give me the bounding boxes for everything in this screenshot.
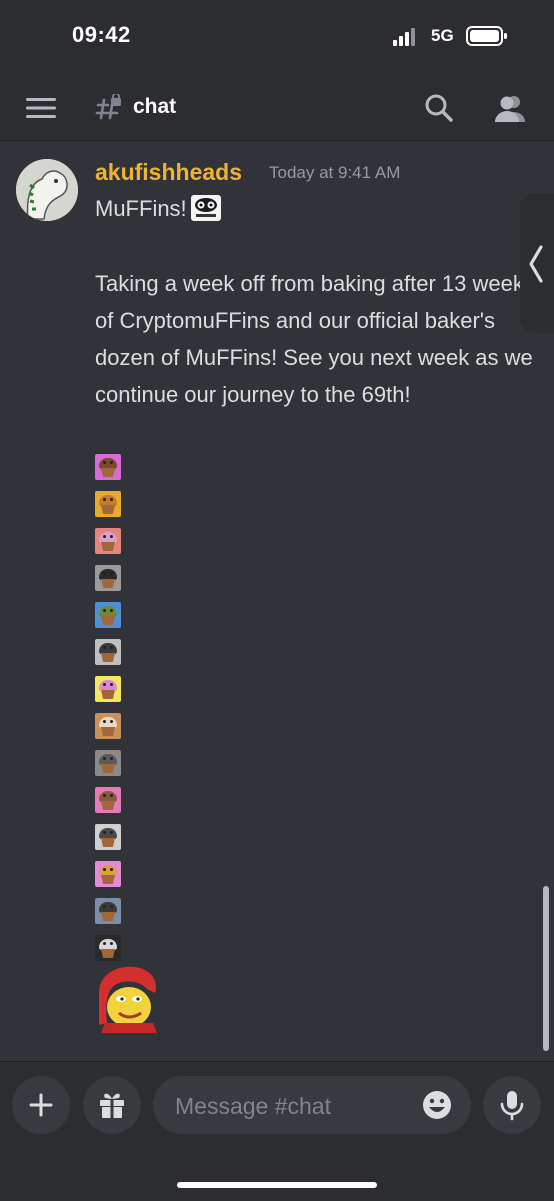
message-input[interactable]: Message #chat <box>153 1076 471 1134</box>
message-author[interactable]: akufishheads <box>95 159 242 186</box>
hash-lock-icon <box>95 94 121 120</box>
muffin-emoji-10[interactable] <box>95 787 121 813</box>
muffin-emoji-8[interactable] <box>95 713 121 739</box>
chevron-left-icon <box>529 245 543 283</box>
muffin-emoji-9[interactable] <box>95 750 121 776</box>
status-bar: 09:42 5G <box>0 0 554 76</box>
sticker-image[interactable] <box>95 963 161 1033</box>
home-indicator[interactable] <box>177 1182 377 1188</box>
muffin-emoji-5[interactable] <box>95 602 121 628</box>
muffin-emoji-11[interactable] <box>95 824 121 850</box>
voice-message-button[interactable] <box>483 1076 541 1134</box>
channel-title: chat <box>133 95 177 118</box>
custom-emoji-icon[interactable] <box>190 195 221 221</box>
message-composer: Message #chat <box>0 1061 554 1201</box>
message-first-line: MuFFins! <box>95 195 221 222</box>
message-input-placeholder: Message #chat <box>175 1093 331 1119</box>
avatar[interactable] <box>16 159 78 221</box>
muffin-emoji-13[interactable] <box>95 898 121 924</box>
status-time: 09:42 <box>72 22 131 47</box>
network-label: 5G <box>431 26 454 45</box>
gift-icon <box>100 1093 124 1118</box>
muffin-emoji-6[interactable] <box>95 639 121 665</box>
message-timestamp: Today at 9:41 AM <box>269 163 401 182</box>
muffin-emoji-14[interactable] <box>95 935 121 961</box>
avatar-image <box>16 159 78 221</box>
scrollbar[interactable] <box>543 886 549 1051</box>
muffin-emoji-7[interactable] <box>95 676 121 702</box>
add-attachment-button[interactable] <box>12 1076 70 1134</box>
message-body: Taking a week off from baking after 13 w… <box>95 271 535 407</box>
message-list[interactable]: akufishheads Today at 9:41 AM MuFFins! T… <box>0 141 554 1061</box>
gift-button[interactable] <box>83 1076 141 1134</box>
battery-icon <box>466 26 507 46</box>
muffin-emoji-2[interactable] <box>95 491 121 517</box>
microphone-icon <box>500 1091 524 1121</box>
search-icon[interactable] <box>424 93 454 123</box>
message-first-line-text: MuFFins! <box>95 196 187 221</box>
menu-icon[interactable] <box>26 96 56 120</box>
channel-header: chat <box>0 76 554 141</box>
emoji-picker-icon[interactable] <box>421 1089 453 1121</box>
side-panel-tab[interactable] <box>520 193 554 333</box>
plus-icon <box>29 1093 53 1117</box>
muffin-emoji-3[interactable] <box>95 528 121 554</box>
muffin-emoji-4[interactable] <box>95 565 121 591</box>
emoji-list <box>95 454 125 961</box>
members-icon[interactable] <box>493 93 527 123</box>
signal-icon <box>393 28 415 46</box>
muffin-emoji-1[interactable] <box>95 454 121 480</box>
muffin-emoji-12[interactable] <box>95 861 121 887</box>
